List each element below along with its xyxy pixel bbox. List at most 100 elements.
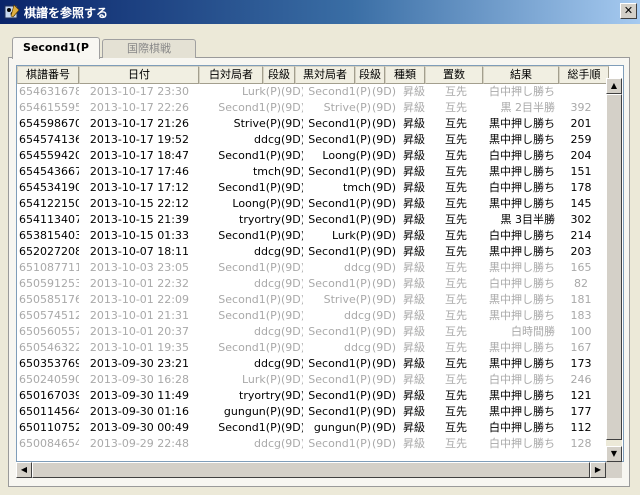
white-rank-cell: (9D) <box>281 261 303 274</box>
type-cell: 昇級 <box>403 389 425 402</box>
horizontal-scrollbar[interactable]: ◀ ▶ <box>16 462 606 478</box>
column-header-total-moves[interactable]: 総手順 <box>559 66 609 84</box>
table-row[interactable]: 650240590 2013-09-30 16:28 Lurk(P) (9D) Seco… <box>17 372 609 388</box>
record-id-cell: 650110752 <box>19 421 79 434</box>
handicap-cell: 互先 <box>445 293 467 306</box>
handicap-cell: 互先 <box>445 325 467 338</box>
scrollbar-corner <box>606 462 622 478</box>
table-row[interactable]: 654615595 2013-10-17 22:26 Second1(P) (9D) S… <box>17 100 609 116</box>
column-header-date[interactable]: 日付 <box>79 66 199 84</box>
record-id-cell: 654598670 <box>19 117 79 130</box>
table-row[interactable]: 654543667 2013-10-17 17:46 tmch (9D) Second1… <box>17 164 609 180</box>
scroll-right-button[interactable]: ▶ <box>590 462 606 478</box>
scroll-left-button[interactable]: ◀ <box>16 462 32 478</box>
total-moves-cell: 204 <box>570 149 592 162</box>
table-row[interactable]: 654113407 2013-10-15 21:39 tryortry (9D) Sec… <box>17 212 609 228</box>
tab-second1[interactable]: Second1(P <box>12 37 100 59</box>
type-cell: 昇級 <box>403 101 425 114</box>
scroll-thumb[interactable] <box>606 94 622 440</box>
close-button[interactable]: ✕ <box>620 3 637 19</box>
column-header-record-id[interactable]: 棋譜番号 <box>17 66 79 84</box>
white-rank-cell: (9D) <box>281 341 303 354</box>
white-rank-cell: (9D) <box>281 421 303 434</box>
total-moves-cell: 302 <box>570 213 592 226</box>
white-player-cell: ddcg <box>254 277 281 290</box>
black-player-cell: Second1(P) <box>308 165 371 178</box>
table-row[interactable]: 650591253 2013-10-01 22:32 ddcg (9D) Second1… <box>17 276 609 292</box>
table-row[interactable]: 650546322 2013-10-01 19:35 Second1(P) (9D) d… <box>17 340 609 356</box>
type-cell: 昇級 <box>403 245 425 258</box>
date-cell: 2013-09-30 11:49 <box>89 389 189 402</box>
black-player-cell: Second1(P) <box>308 277 371 290</box>
handicap-cell: 互先 <box>445 261 467 274</box>
column-header-black-player[interactable]: 黒対局者 <box>295 66 355 84</box>
column-header-white-rank[interactable]: 段級 <box>263 66 295 84</box>
record-id-cell: 654113407 <box>19 213 79 226</box>
record-id-cell: 650167039 <box>19 389 79 402</box>
white-rank-cell: (9D) <box>281 117 303 130</box>
black-player-cell: Second1(P) <box>308 373 371 386</box>
black-player-cell: Second1(P) <box>308 245 371 258</box>
handicap-cell: 互先 <box>445 373 467 386</box>
horizontal-scroll-thumb[interactable] <box>32 462 590 478</box>
handicap-cell: 互先 <box>445 341 467 354</box>
white-rank-cell: (9D) <box>281 389 303 402</box>
handicap-cell: 互先 <box>445 197 467 210</box>
total-moves-cell: 201 <box>570 117 592 130</box>
table-row[interactable]: 650353769 2013-09-30 23:21 ddcg (9D) Second1… <box>17 356 609 372</box>
table-row[interactable]: 652027208 2013-10-07 18:11 ddcg (9D) Second1… <box>17 244 609 260</box>
table-row[interactable]: 654598670 2013-10-17 21:26 Strive(P) (9D) Se… <box>17 116 609 132</box>
tab-international[interactable]: 国際棋戦 <box>102 39 196 58</box>
result-cell: 白中押し勝ち <box>489 85 555 98</box>
white-rank-cell: (9D) <box>281 277 303 290</box>
result-cell: 白時間勝 <box>511 325 555 338</box>
handicap-cell: 互先 <box>445 181 467 194</box>
vertical-scrollbar[interactable]: ▲ ▼ <box>606 78 622 462</box>
result-cell: 白中押し勝ち <box>489 421 555 434</box>
table-row[interactable]: 650574512 2013-10-01 21:31 Second1(P) (9D) d… <box>17 308 609 324</box>
table-row[interactable]: 650167039 2013-09-30 11:49 tryortry (9D) Sec… <box>17 388 609 404</box>
result-cell: 黒 2目半勝 <box>500 101 556 114</box>
date-cell: 2013-10-17 22:26 <box>89 101 189 114</box>
type-cell: 昇級 <box>403 341 425 354</box>
table-row[interactable]: 653815403 2013-10-15 01:33 Second1(P) (9D) L… <box>17 228 609 244</box>
handicap-cell: 互先 <box>445 277 467 290</box>
table-row[interactable]: 650084654 2013-09-29 22:48 ddcg (9D) Second1… <box>17 436 609 452</box>
title-bar[interactable]: 棋譜を参照する ✕ <box>0 0 640 24</box>
type-cell: 昇級 <box>403 229 425 242</box>
white-player-cell: Second1(P) <box>218 421 281 434</box>
table-row[interactable]: 654631678 2013-10-17 23:30 Lurk(P) (9D) Seco… <box>17 84 609 100</box>
table-row[interactable]: 654574136 2013-10-17 19:52 ddcg (9D) Second1… <box>17 132 609 148</box>
table-row[interactable]: 650110752 2013-09-30 00:49 Second1(P) (9D) g… <box>17 420 609 436</box>
date-cell: 2013-10-15 21:39 <box>89 213 189 226</box>
total-moves-cell: 183 <box>570 309 592 322</box>
table-row[interactable]: 654122150 2013-10-15 22:12 Loong(P) (9D) Sec… <box>17 196 609 212</box>
total-moves-cell: 145 <box>570 197 592 210</box>
white-player-cell: ddcg <box>254 245 281 258</box>
white-rank-cell: (9D) <box>281 149 303 162</box>
record-id-cell: 654631678 <box>19 85 79 98</box>
table-row[interactable]: 651087711 2013-10-03 23:05 Second1(P) (9D) d… <box>17 260 609 276</box>
date-cell: 2013-10-01 20:37 <box>89 325 189 338</box>
white-rank-cell: (9D) <box>281 101 303 114</box>
scroll-down-button[interactable]: ▼ <box>606 446 622 462</box>
table-row[interactable]: 650560557 2013-10-01 20:37 ddcg (9D) Second1… <box>17 324 609 340</box>
column-header-black-rank[interactable]: 段級 <box>355 66 385 84</box>
column-header-handicap[interactable]: 置数 <box>425 66 483 84</box>
table-row[interactable]: 650585176 2013-10-01 22:09 Second1(P) (9D) S… <box>17 292 609 308</box>
white-player-cell: ddcg <box>254 133 281 146</box>
table-row[interactable]: 654559420 2013-10-17 18:47 Second1(P) (9D) L… <box>17 148 609 164</box>
column-header-white-player[interactable]: 白対局者 <box>199 66 263 84</box>
column-header-result[interactable]: 結果 <box>483 66 559 84</box>
date-cell: 2013-10-17 17:46 <box>89 165 189 178</box>
record-id-cell: 651087711 <box>19 261 79 274</box>
handicap-cell: 互先 <box>445 437 467 450</box>
record-id-cell: 650240590 <box>19 373 79 386</box>
record-id-cell: 652027208 <box>19 245 79 258</box>
result-cell: 白中押し勝ち <box>489 277 555 290</box>
table-row[interactable]: 654534190 2013-10-17 17:12 Second1(P) (9D) t… <box>17 180 609 196</box>
record-id-cell: 654543667 <box>19 165 79 178</box>
column-header-type[interactable]: 種類 <box>385 66 425 84</box>
scroll-up-button[interactable]: ▲ <box>606 78 622 94</box>
table-row[interactable]: 650114564 2013-09-30 01:16 gungun(P) (9D) Se… <box>17 404 609 420</box>
